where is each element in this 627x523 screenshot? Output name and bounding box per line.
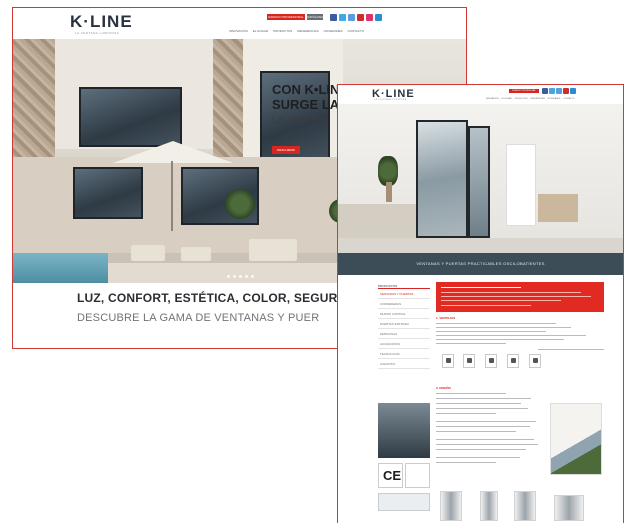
tagline-main: LUZ, CONFORT, ESTÉTICA, COLOR, SEGURID: [77, 291, 350, 305]
twitter-icon[interactable]: [549, 88, 555, 94]
ce-mark: CE: [383, 468, 402, 483]
sidebar-item[interactable]: MUROS CORTINA: [378, 309, 430, 319]
composite-stage: K·LINE LA VENTANA LUMINOSA ESPACIO PROFE…: [0, 0, 627, 523]
facebook-icon[interactable]: [542, 88, 548, 94]
sidebar-item[interactable]: GARANTÍA: [378, 359, 430, 369]
carousel-dots[interactable]: [227, 275, 254, 278]
profile-image: [554, 495, 584, 521]
section-design-title: 2. DISEÑO: [436, 386, 451, 390]
professional-space-button[interactable]: ESPACIO PROFESIONAL: [267, 14, 305, 20]
tagline-sub: DESCUBRE LA GAMA DE VENTANAS Y PUER: [77, 312, 320, 324]
professional-space-button[interactable]: ESPACIO PROFESIONAL: [509, 89, 539, 93]
certification-badge: [405, 463, 430, 488]
feature-icon: [485, 354, 497, 368]
pinterest-icon[interactable]: [366, 14, 373, 21]
product-page-screenshot: K·LINE LA VENTANA LUMINOSA ESPACIO PROFE…: [337, 84, 624, 523]
nav-item[interactable]: PRODUCTOS: [515, 98, 528, 100]
nav-item[interactable]: EL HOGAR: [502, 98, 512, 100]
nav-item[interactable]: CONTACTO: [563, 98, 574, 100]
main-nav: INNOVACIÓN EL HOGAR PRODUCTOS REFERENCIA…: [229, 29, 364, 33]
feature-icon: [507, 354, 519, 368]
logo-tagline: LA VENTANA LUMINOSA: [374, 99, 407, 101]
quality-badge: [378, 493, 430, 511]
main-nav: INNOVACIÓN EL HOGAR PRODUCTOS REFERENCIA…: [486, 98, 574, 100]
product-sidebar: PRODUCTOS VENTANAS Y PUERTAS CORREDERAS …: [378, 283, 430, 369]
hero-cta-button[interactable]: DESCUBRIR: [272, 146, 300, 154]
nav-item[interactable]: EL HOGAR: [253, 29, 268, 33]
nav-item[interactable]: NOVEDADES: [548, 98, 561, 100]
site-logo[interactable]: K·LINE: [70, 12, 133, 32]
twitter-icon[interactable]: [339, 14, 346, 21]
sidebar-item[interactable]: TECNOLOGÍA: [378, 349, 430, 359]
hero-title-line1: CON K•LIN: [272, 82, 340, 97]
nav-item[interactable]: REFERENCIAS: [531, 98, 545, 100]
youtube-icon[interactable]: [357, 14, 364, 21]
nav-item[interactable]: PRODUCTOS: [273, 29, 292, 33]
catalog-button[interactable]: CATÁLOGO: [307, 14, 323, 20]
sidebar-item[interactable]: PUERTAS ENTRADA: [378, 319, 430, 329]
hero-title-line2: SURGE LA: [272, 97, 340, 112]
share-icon[interactable]: [556, 88, 562, 94]
sidebar-item[interactable]: CORREDERAS: [378, 299, 430, 309]
nav-item[interactable]: INNOVACIÓN: [486, 98, 499, 100]
sidebar-item[interactable]: PERSIANAS: [378, 329, 430, 339]
section-advantages-title: 1. VENTAJAS: [436, 316, 456, 320]
profile-image: [480, 491, 498, 521]
profile-image: [514, 491, 536, 521]
feature-icon: [442, 354, 454, 368]
feature-icon: [529, 354, 541, 368]
share-icon[interactable]: [348, 14, 355, 21]
youtube-icon[interactable]: [563, 88, 569, 94]
design-image: [550, 403, 602, 475]
logo-tagline: LA VENTANA LUMINOSA: [75, 31, 120, 35]
sidebar-item[interactable]: VENTANAS Y PUERTAS: [378, 289, 430, 299]
profile-image: [440, 491, 462, 521]
sidebar-item[interactable]: ACCESORIOS: [378, 339, 430, 349]
linkedin-icon[interactable]: [375, 14, 382, 21]
facebook-icon[interactable]: [330, 14, 337, 21]
nav-item[interactable]: REFERENCIAS: [297, 29, 318, 33]
feature-icon: [463, 354, 475, 368]
product-hero-image: [338, 104, 623, 254]
profile-section-image: [378, 403, 430, 458]
linkedin-icon[interactable]: [570, 88, 576, 94]
product-summary-panel: [436, 282, 604, 312]
product-category-band: VENTANAS Y PUERTAS PRACTICABLES OSCILOBA…: [338, 253, 623, 275]
nav-item[interactable]: INNOVACIÓN: [229, 29, 248, 33]
hero-subtitle: La esbeltez: [272, 114, 329, 126]
nav-item[interactable]: CONTACTO: [348, 29, 365, 33]
nav-item[interactable]: NOVEDADES: [324, 29, 343, 33]
